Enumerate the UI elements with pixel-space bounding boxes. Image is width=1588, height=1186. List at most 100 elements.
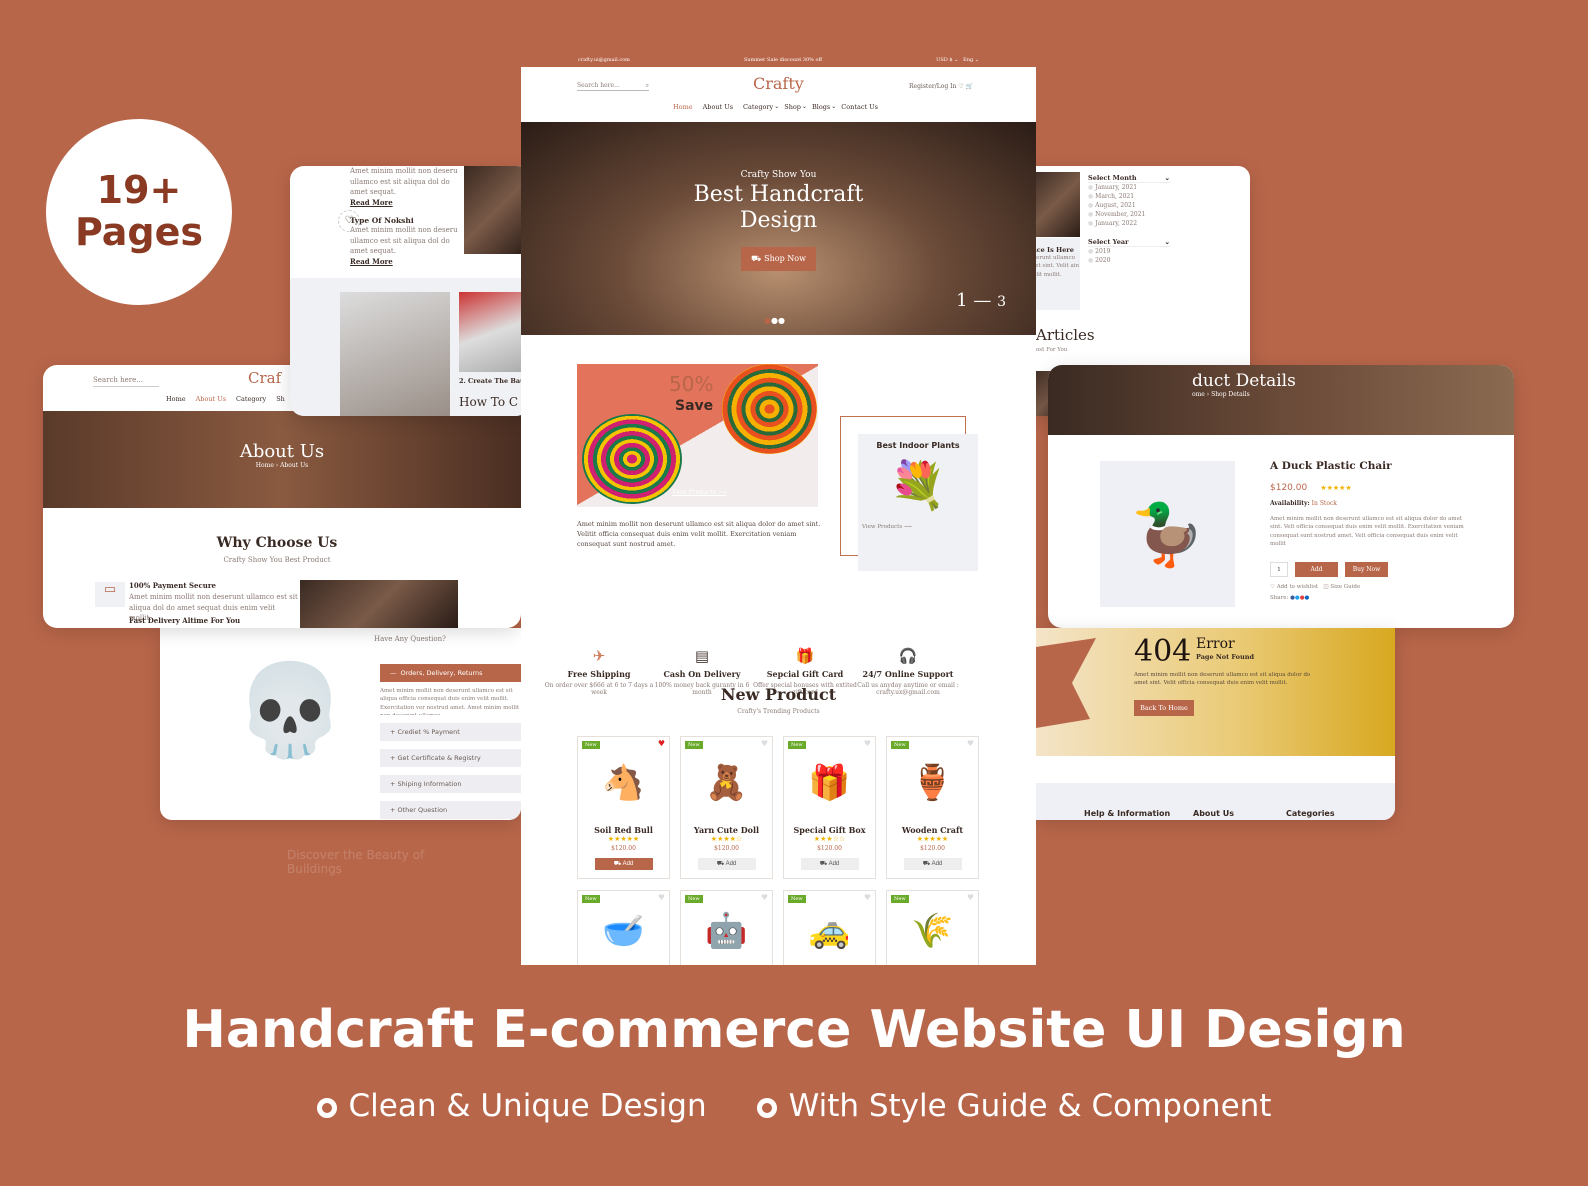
rating-stars: ★★★★★ [607,835,640,843]
wishlist-heart-icon[interactable]: ♥ [967,739,974,748]
nav-item[interactable]: Blogs [812,103,830,111]
nav-about[interactable]: About Us [196,395,226,403]
add-to-cart-button[interactable]: Add [1295,562,1338,577]
basket-image [582,414,682,504]
flower-vase-image: 💐 [889,458,947,512]
product-picture: 🚕 [808,911,851,951]
option-label: January, 2021 [1095,184,1138,191]
faq-item-open[interactable]: — Orders, Delivery, Returns [380,664,521,682]
product-name: A Duck Plastic Chair [1270,460,1392,472]
add-to-cart-button[interactable]: ⛟ Add [903,858,962,870]
product-image: 🏺 [887,747,978,819]
product-card[interactable]: New ♥ 🤖 [680,890,773,965]
add-to-cart-button[interactable]: ⛟ Add [594,858,653,870]
chevron-down-icon: ⌄ [1164,174,1170,182]
size-guide-link[interactable]: ◫ Size Guide [1323,584,1360,590]
nav-item[interactable]: Shop [784,103,801,111]
product-card[interactable]: New ♥ 🎁 Special Gift Box ★★★☆☆ $120.00 ⛟ Add [783,736,876,879]
search-icon[interactable]: ⌕ [646,81,649,90]
view-products-link[interactable]: View Products ⟶ [672,489,726,496]
wishlist-heart-icon[interactable]: ♥ [658,739,665,748]
nav-item[interactable]: Category [743,103,773,111]
quantity-stepper[interactable]: 1 [1270,562,1288,577]
button-label: Add [622,861,634,867]
product-name: Wooden Craft [901,825,964,835]
rating-stars: ★★★☆☆ [813,835,846,843]
select-year-dropdown[interactable]: Select Year ⌄ [1088,238,1170,247]
airplane-icon: ✈ [592,647,606,665]
product-card[interactable]: New ♥ 🥣 [577,890,670,965]
cart-icon[interactable]: 🛒 [966,83,973,90]
product-card[interactable]: New ♥ 🏺 Wooden Craft ★★★★★ $120.00 ⛟ Add [886,736,979,879]
faq-item[interactable]: + Get Certificate & Registry [380,749,521,767]
currency-select[interactable]: USD $ [936,57,952,63]
wishlist-heart-icon[interactable]: ♥ [864,893,871,902]
wishlist-heart-icon[interactable]: ♥ [761,893,768,902]
nav-shop[interactable]: Sh [276,395,285,403]
bullet-label: Clean & Unique Design [348,1088,707,1124]
shop-now-button[interactable]: ⛟ Shop Now [741,246,816,271]
faq-answer: Amet minim mollit non deserunt ullamco e… [380,688,520,715]
archive-year-option[interactable]: ● 2019 [1088,247,1170,256]
heart-icon[interactable]: ♡ [958,83,963,90]
option-label: March, 2021 [1095,193,1135,200]
register-login-link[interactable]: Register/Log In [909,83,956,90]
read-more-link[interactable]: Read More [350,198,460,209]
product-card[interactable]: New ♥ 🧸 Yarn Cute Doll ★★★★☆ $120.00 ⛟ Add [680,736,773,879]
slider-dots[interactable]: ●●● [764,316,785,325]
wishlist-heart-icon[interactable]: ♥ [967,893,974,902]
nav-item[interactable]: Home [673,103,693,111]
feature-title: Cash On Delivery [663,669,741,679]
nav-home[interactable]: Home [166,395,186,403]
basket-image [722,364,817,454]
nav-item[interactable]: About Us [703,103,733,111]
language-select[interactable]: Eng [963,57,973,63]
faq-item[interactable]: + Shiping Information [380,775,521,793]
select-month-dropdown[interactable]: Select Month ⌄ [1088,174,1170,183]
hero-banner: Crafty Show You Best Handcraft Design ⛟ … [521,122,1036,335]
add-to-cart-button[interactable]: ⛟ Add [697,858,756,870]
ghost-text: Discover the Beauty of Buildings [287,848,425,876]
feature-bullets: Clean & Unique Design With Style Guide &… [0,1088,1588,1124]
wishlist-heart-icon[interactable]: ♥ [761,739,768,748]
back-to-home-button[interactable]: Back To Home [1134,700,1194,716]
option-label: August, 2021 [1095,202,1136,209]
view-products-link[interactable]: View Products ⟶ [862,523,978,531]
bullet-item: Clean & Unique Design [316,1088,707,1124]
faq-item[interactable]: + Crediet % Payment [380,723,521,741]
product-card[interactable]: New ♥ 🌾 [886,890,979,965]
breadcrumb-home[interactable]: Home [256,462,274,469]
articles-title: Articles [1036,326,1095,344]
add-to-wishlist-link[interactable]: ♡ Add to wishlist [1270,584,1318,590]
wishlist-heart-icon[interactable]: ♥ [658,893,665,902]
search-input[interactable]: Search here... [93,375,159,387]
nav-category[interactable]: Category [236,395,266,403]
promo-text: Summer Sale discount 30% off [743,56,823,63]
wishlist-heart-icon[interactable]: ♥ [864,739,871,748]
chevron-down-icon: ⌄ [801,103,807,110]
product-card[interactable]: New ♥ 🐴 Soil Red Bull ★★★★★ $120.00 ⛟ Add [577,736,670,879]
feature-title: Sepcial Gift Card [766,669,844,679]
archive-month-option[interactable]: ● January, 2022 [1088,219,1170,228]
radio-icon: ● [1088,202,1094,209]
breadcrumb-home[interactable]: ome [1192,391,1205,398]
archive-month-option[interactable]: ● March, 2021 [1088,192,1170,201]
why-choose-title: Why Choose Us [216,535,338,551]
buy-now-button[interactable]: Buy Now [1345,562,1388,577]
archive-year-option[interactable]: ● 2020 [1088,256,1170,265]
archive-month-option[interactable]: ● November, 2021 [1088,210,1170,219]
search-input[interactable]: Search here... ⌕ [577,81,649,91]
archive-month-option[interactable]: ● August, 2021 [1088,201,1170,210]
nav-item[interactable]: Contact Us [841,103,878,111]
gift-icon: 🎁 [795,647,815,665]
product-price: $120.00 [714,845,739,852]
product-card[interactable]: New ♥ 🚕 [783,890,876,965]
faq-item-label: Other Question [397,806,448,814]
radio-icon: ● [1088,220,1094,227]
headline: Handcraft E-commerce Website UI Design [182,1000,1406,1060]
linkedin-icon[interactable]: ● [1305,595,1310,601]
archive-month-option[interactable]: ● January, 2021 [1088,183,1170,192]
read-more-link[interactable]: Read More [350,257,460,268]
add-to-cart-button[interactable]: ⛟ Add [800,858,859,870]
faq-item[interactable]: + Other Question [380,801,521,819]
